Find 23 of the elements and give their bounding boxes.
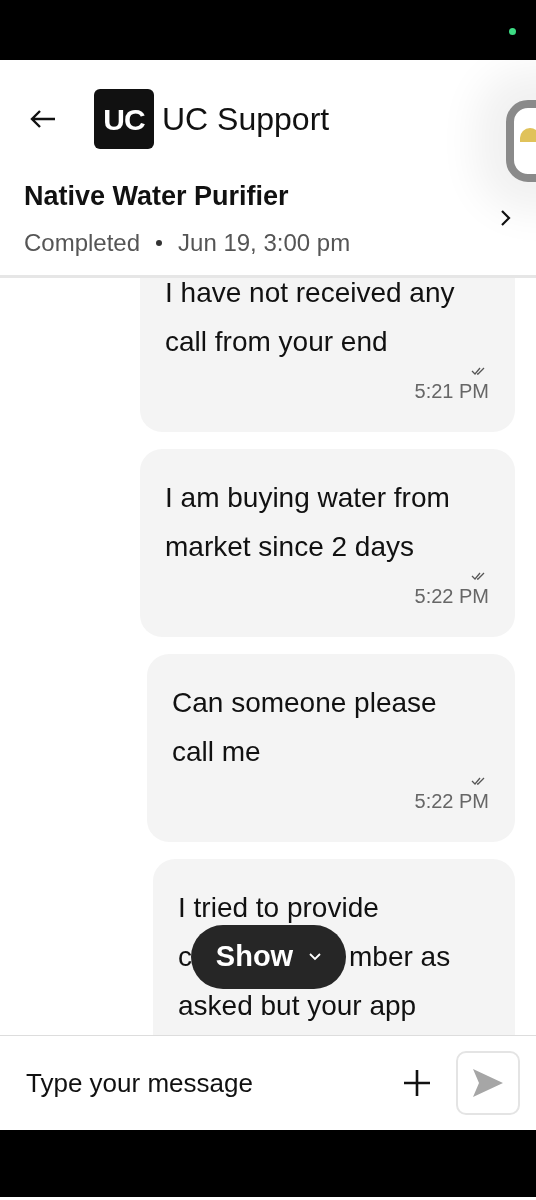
chevron-down-icon — [309, 952, 322, 961]
message-input[interactable]: Type your message — [24, 1062, 402, 1104]
message-text: I have not received any call from your end — [165, 278, 456, 359]
plus-icon[interactable] — [402, 1068, 432, 1098]
message-text: asked but your app — [178, 990, 417, 1021]
back-arrow-icon[interactable] — [30, 109, 56, 129]
booking-status: Completed — [24, 227, 141, 258]
message-time: 5:21 PM — [414, 379, 489, 404]
message-time: 5:22 PM — [414, 789, 489, 814]
message-text: c — [178, 941, 192, 972]
logo: UC — [94, 89, 154, 149]
booking-title: Native Water Purifier — [24, 180, 290, 213]
booking-date: Jun 19, 3:00 pm — [178, 227, 351, 258]
message-time: 5:22 PM — [414, 584, 489, 609]
separator-dot-icon — [156, 239, 163, 246]
message-text: mber as — [349, 941, 451, 972]
message-text: Can someone please call me — [172, 686, 438, 769]
message-text: I am buying water from market since 2 days — [165, 481, 451, 564]
message-text: I tried to provide — [178, 892, 379, 923]
chevron-right-icon[interactable] — [500, 209, 512, 228]
send-icon — [472, 1068, 504, 1098]
status-dot-icon — [509, 28, 516, 35]
chat-title: UC Support — [162, 100, 330, 139]
